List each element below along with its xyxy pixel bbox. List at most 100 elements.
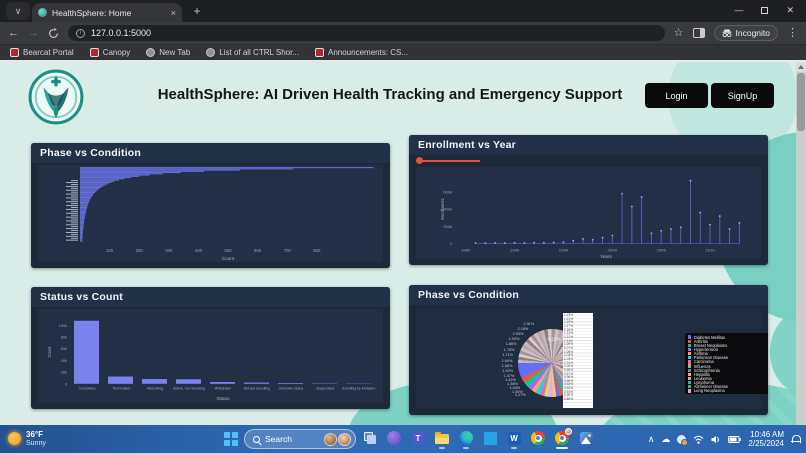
chevron-down-icon: ∨ — [15, 6, 22, 17]
pie-percent-label: 1.94% — [509, 337, 520, 341]
legend-swatch — [688, 389, 691, 392]
notification-bell-icon[interactable] — [791, 435, 800, 444]
menu-kebab-icon[interactable]: ⋮ — [787, 28, 798, 39]
chart-plot-area[interactable]: 6.23% 1.23%1.21%1.19%1.17%1.16%1.14%1.12… — [416, 309, 761, 409]
bookmark-item[interactable]: Canopy — [90, 48, 131, 57]
signup-button[interactable]: SignUp — [711, 83, 774, 108]
incognito-label: Incognito — [736, 28, 771, 38]
close-button[interactable]: ✕ — [786, 6, 794, 15]
bookmark-item[interactable]: Announcements: CS... — [315, 48, 408, 57]
side-panel-icon[interactable] — [693, 28, 705, 38]
browser-tab[interactable]: HealthSphere: Home × — [32, 3, 182, 22]
taskbar-clock[interactable]: 10:46 AM 2/25/2024 — [748, 430, 784, 448]
edge-browser-icon[interactable] — [458, 430, 474, 446]
clock-time: 10:46 AM — [750, 430, 784, 439]
scroll-up-arrow[interactable] — [796, 62, 806, 72]
weather-condition: Sunny — [26, 440, 46, 448]
year-range-slider[interactable] — [416, 157, 616, 165]
bookmark-item[interactable]: Bearcat Portal — [10, 48, 74, 57]
slider-thumb[interactable] — [416, 157, 423, 164]
search-highlight-avatar — [324, 433, 337, 446]
svg-text:200k: 200k — [443, 224, 452, 229]
scrollbar-thumb[interactable] — [797, 73, 805, 131]
site-info-icon[interactable]: i — [76, 29, 85, 38]
chat-app-icon[interactable] — [386, 430, 402, 446]
teams-presence-icon[interactable] — [677, 435, 686, 444]
svg-text:Status: Status — [216, 396, 230, 401]
tab-title: HealthSphere: Home — [52, 8, 166, 18]
chart-plot-area[interactable]: 100200300400500600700800Count — [38, 165, 383, 262]
svg-text:Years: Years — [600, 254, 612, 259]
svg-text:Not yet recruiting: Not yet recruiting — [244, 387, 270, 391]
address-bar[interactable]: i 127.0.0.1:5000 — [68, 25, 665, 41]
maximize-button[interactable] — [761, 7, 768, 14]
svg-text:0: 0 — [65, 382, 67, 386]
start-button[interactable] — [224, 432, 238, 446]
taskbar-search[interactable]: Search — [244, 429, 356, 449]
svg-text:40k: 40k — [61, 359, 67, 363]
globe-icon — [206, 48, 215, 57]
pie-percent-label: 2.05% — [513, 332, 524, 336]
tab-strip: ∨ HealthSphere: Home × + — ✕ — [0, 0, 806, 22]
search-label: Search — [265, 434, 319, 444]
incognito-spy-icon — [722, 29, 732, 38]
svg-text:100: 100 — [106, 248, 114, 253]
globe-icon — [146, 48, 155, 57]
chart-title: Phase vs Condition — [31, 143, 390, 163]
svg-text:60k: 60k — [61, 347, 67, 351]
word-app-icon[interactable]: W — [506, 430, 522, 446]
battery-icon[interactable] — [728, 436, 741, 443]
window-controls: — ✕ — [734, 0, 802, 20]
screen: ∨ HealthSphere: Home × + — ✕ ← → i 127.0… — [0, 0, 806, 453]
back-button[interactable]: ← — [8, 28, 19, 39]
bookmark-item[interactable]: List of all CTRL Shor... — [206, 48, 299, 57]
minimize-button[interactable]: — — [734, 6, 743, 15]
wifi-icon[interactable] — [693, 435, 704, 444]
tab-favicon-icon — [38, 8, 47, 17]
svg-text:600k: 600k — [443, 189, 452, 194]
svg-text:2005: 2005 — [657, 247, 667, 252]
site-favicon-icon — [90, 48, 99, 57]
page-header: HealthSphere: AI Driven Health Tracking … — [0, 62, 796, 130]
tab-close-icon[interactable]: × — [171, 8, 176, 18]
chart-plot-area[interactable]: CompletedTerminatedRecruitingActive, not… — [38, 309, 383, 403]
reload-button[interactable] — [48, 28, 59, 39]
forward-button[interactable]: → — [28, 28, 39, 39]
pie-percent-label: 1.27% — [515, 393, 526, 397]
photos-app-icon[interactable] — [578, 430, 594, 446]
svg-text:100k: 100k — [59, 324, 68, 328]
onedrive-cloud-icon[interactable]: ☁ — [661, 435, 670, 444]
legend-label: Lung Neoplasms — [694, 388, 725, 393]
chrome-icon[interactable] — [530, 430, 546, 446]
bookmark-item[interactable]: New Tab — [146, 48, 190, 57]
weather-widget[interactable]: 36°F Sunny — [8, 431, 46, 447]
bookmark-star-icon[interactable]: ☆ — [674, 28, 684, 39]
file-explorer-icon[interactable] — [434, 430, 450, 446]
vscode-icon[interactable] — [482, 430, 498, 446]
legend-item[interactable]: Lung Neoplasms — [688, 389, 768, 393]
chart-plot-area[interactable]: 1985199019952000200520100200k400k600kEnr… — [416, 167, 761, 259]
search-highlight-avatar — [338, 433, 351, 446]
chrome-profile-icon[interactable] — [554, 430, 570, 446]
legend-swatch — [688, 377, 691, 380]
new-tab-button[interactable]: + — [188, 2, 206, 20]
slider-track[interactable] — [422, 160, 480, 162]
volume-icon[interactable] — [711, 435, 721, 444]
legend-swatch — [688, 369, 691, 372]
svg-text:400: 400 — [195, 248, 203, 253]
svg-text:300: 300 — [165, 248, 173, 253]
pie-legend[interactable]: Diabetes MellitusArthritisBreast Neoplas… — [685, 333, 768, 394]
chart-panel-phase-condition-bars: Phase vs Condition 100200300400500600700… — [31, 143, 390, 268]
page-scrollbar[interactable] — [796, 62, 806, 425]
login-button[interactable]: Login — [645, 83, 708, 108]
task-view-button[interactable] — [362, 430, 378, 446]
site-favicon-icon — [10, 48, 19, 57]
svg-text:800: 800 — [313, 248, 321, 253]
tray-chevron-icon[interactable]: ∧ — [648, 435, 655, 444]
pie-percent-label: 1.64% — [502, 359, 513, 363]
legend-swatch — [688, 373, 691, 376]
browser-toolbar: ← → i 127.0.0.1:5000 ☆ Incognito ⋮ — [0, 22, 806, 44]
band-label: 0.89% — [564, 398, 592, 402]
teams-app-icon[interactable]: T — [410, 430, 426, 446]
tab-search-button[interactable]: ∨ — [6, 2, 30, 20]
